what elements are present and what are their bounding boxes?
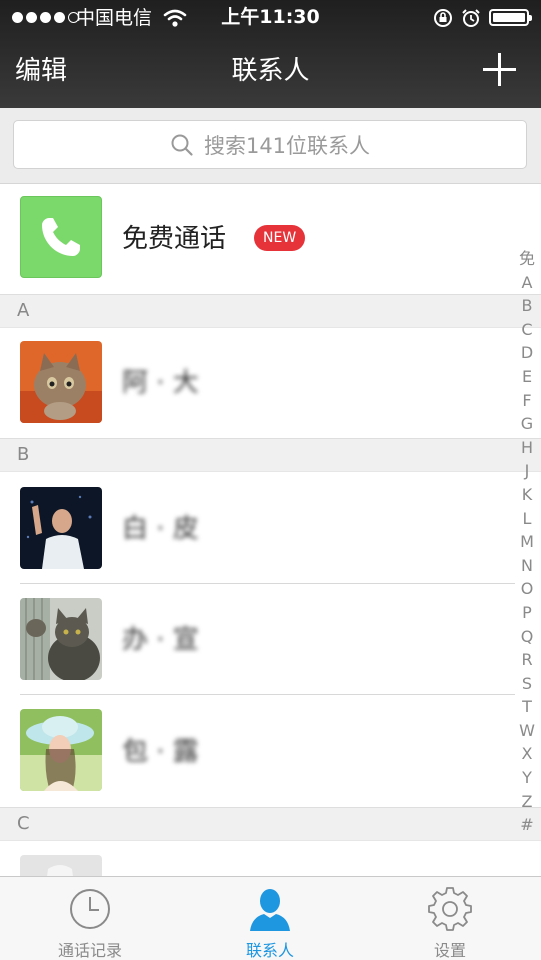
contact-row[interactable]: 包 · 露 <box>0 695 541 807</box>
battery-icon <box>489 9 532 26</box>
index-letter[interactable]: O <box>521 577 534 601</box>
free-call-tile <box>20 196 102 278</box>
tab-bar: 通话记录 联系人 设置 <box>0 876 541 960</box>
contact-row[interactable]: 阿 · 大 <box>0 328 541 438</box>
index-letter[interactable]: T <box>522 695 532 719</box>
index-letter[interactable]: R <box>521 648 532 672</box>
index-letter[interactable]: Q <box>521 625 534 649</box>
contact-name: 包 · 露 <box>122 737 199 767</box>
tab-contacts[interactable]: 联系人 <box>180 877 360 960</box>
index-letter[interactable]: Y <box>522 766 532 790</box>
index-letter[interactable]: Z <box>522 790 533 814</box>
section-letter: A <box>17 300 30 321</box>
contact-name: 阿 · 大 <box>122 368 199 398</box>
index-letter[interactable]: 免 <box>519 247 535 271</box>
alarm-icon <box>462 9 480 27</box>
contact-name: 办 · 宣 <box>122 625 199 655</box>
avatar <box>20 598 102 680</box>
index-letter[interactable]: J <box>525 459 530 483</box>
person-icon <box>250 889 290 931</box>
tab-settings[interactable]: 设置 <box>360 877 540 960</box>
search-icon <box>171 134 193 156</box>
tab-call-history[interactable]: 通话记录 <box>0 877 180 960</box>
avatar <box>20 855 102 876</box>
index-letter[interactable]: # <box>520 813 533 837</box>
index-letter[interactable]: M <box>520 530 534 554</box>
free-call-row[interactable]: 免费通话 NEW <box>0 184 541 294</box>
index-letter[interactable]: D <box>521 341 533 365</box>
tab-label: 通话记录 <box>57 941 122 960</box>
free-call-label: 免费通话 <box>122 224 227 254</box>
new-badge: NEW <box>254 225 306 251</box>
top-header: 中国电信 上午11:30 编辑 联系人 <box>0 0 541 108</box>
index-letter[interactable]: X <box>522 742 533 766</box>
section-letter: C <box>17 813 30 834</box>
section-header-a: A <box>0 294 541 328</box>
index-letter[interactable]: W <box>519 719 535 743</box>
index-letter[interactable]: E <box>522 365 532 389</box>
edit-button[interactable]: 编辑 <box>15 54 67 88</box>
index-letter[interactable]: B <box>522 294 533 318</box>
avatar <box>20 709 102 791</box>
status-bar: 中国电信 上午11:30 <box>0 0 541 36</box>
alphabet-index-bar[interactable]: 免 A B C D E F G H J K L M N O P Q R S T W X Y Z # <box>513 247 541 837</box>
add-contact-button[interactable] <box>480 50 520 90</box>
index-letter[interactable]: G <box>521 412 533 436</box>
section-header-b: B <box>0 438 541 472</box>
index-letter[interactable]: K <box>522 483 533 507</box>
avatar <box>20 341 102 423</box>
index-letter[interactable]: A <box>522 271 533 295</box>
tab-label: 设置 <box>433 941 466 960</box>
section-header-c: C <box>0 807 541 841</box>
index-letter[interactable]: P <box>522 601 532 625</box>
contact-row[interactable] <box>0 841 541 876</box>
contact-name: 白 · 皮 <box>122 514 199 544</box>
search-area: 搜索141位联系人 <box>0 108 541 184</box>
gear-icon <box>428 887 472 931</box>
contact-row[interactable]: 办 · 宣 <box>0 584 541 695</box>
tab-label: 联系人 <box>245 941 294 960</box>
nav-bar: 编辑 联系人 <box>0 36 541 108</box>
section-letter: B <box>17 444 30 465</box>
clock-time: 上午11:30 <box>221 6 320 28</box>
avatar <box>20 487 102 569</box>
page-title: 联系人 <box>231 56 310 86</box>
rotation-lock-icon <box>434 9 452 27</box>
search-input[interactable]: 搜索141位联系人 <box>13 120 527 169</box>
index-letter[interactable]: F <box>522 389 531 413</box>
clock-icon <box>70 889 110 929</box>
phone-icon <box>42 218 80 256</box>
index-letter[interactable]: C <box>521 318 532 342</box>
index-letter[interactable]: H <box>521 436 533 460</box>
index-letter[interactable]: S <box>522 672 532 696</box>
index-letter[interactable]: N <box>521 554 533 578</box>
contact-row[interactable]: 白 · 皮 <box>0 472 541 584</box>
index-letter[interactable]: L <box>523 507 532 531</box>
search-placeholder: 搜索141位联系人 <box>203 133 371 158</box>
